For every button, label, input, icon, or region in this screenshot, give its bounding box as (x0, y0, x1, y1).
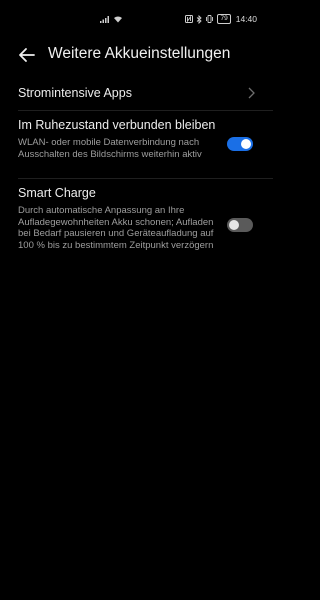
arrow-left-icon[interactable] (16, 44, 38, 66)
chevron-right-icon (248, 87, 255, 99)
nfc-icon (185, 15, 194, 23)
list-item-description: Durch automatische Anpassung an Ihre Auf… (18, 205, 214, 251)
status-right: 79 14:40 (185, 14, 257, 24)
list-item-title: Im Ruhezustand verbunden bleiben (18, 118, 216, 132)
battery-icon: 79 (217, 14, 231, 24)
vibrate-icon (206, 15, 214, 23)
toggle-knob (229, 220, 239, 230)
bluetooth-icon (197, 14, 203, 24)
signal-icon (100, 15, 109, 23)
list-item-stromintensive-apps[interactable]: Stromintensive Apps (0, 78, 273, 110)
toggle-knob (241, 139, 251, 149)
status-time: 14:40 (235, 14, 257, 24)
page-title: Weitere Akkueinstellungen (48, 45, 231, 62)
status-left (100, 15, 123, 23)
list-item-description: WLAN- oder mobile Datenverbindung nach A… (18, 137, 202, 160)
status-bar: 79 14:40 (0, 0, 273, 40)
app-bar: Weitere Akkueinstellungen (0, 38, 273, 72)
list-item-title: Smart Charge (18, 186, 96, 200)
smart-charge-toggle[interactable] (227, 218, 253, 232)
list-item-smart-charge[interactable]: Smart Charge Durch automatische Anpassun… (0, 180, 273, 270)
wifi-icon (114, 16, 122, 23)
list-item-title: Stromintensive Apps (18, 86, 132, 100)
divider (18, 110, 273, 111)
stay-connected-toggle[interactable] (227, 137, 253, 151)
list-item-stay-connected[interactable]: Im Ruhezustand verbunden bleiben WLAN- o… (0, 112, 273, 178)
divider (18, 178, 273, 179)
